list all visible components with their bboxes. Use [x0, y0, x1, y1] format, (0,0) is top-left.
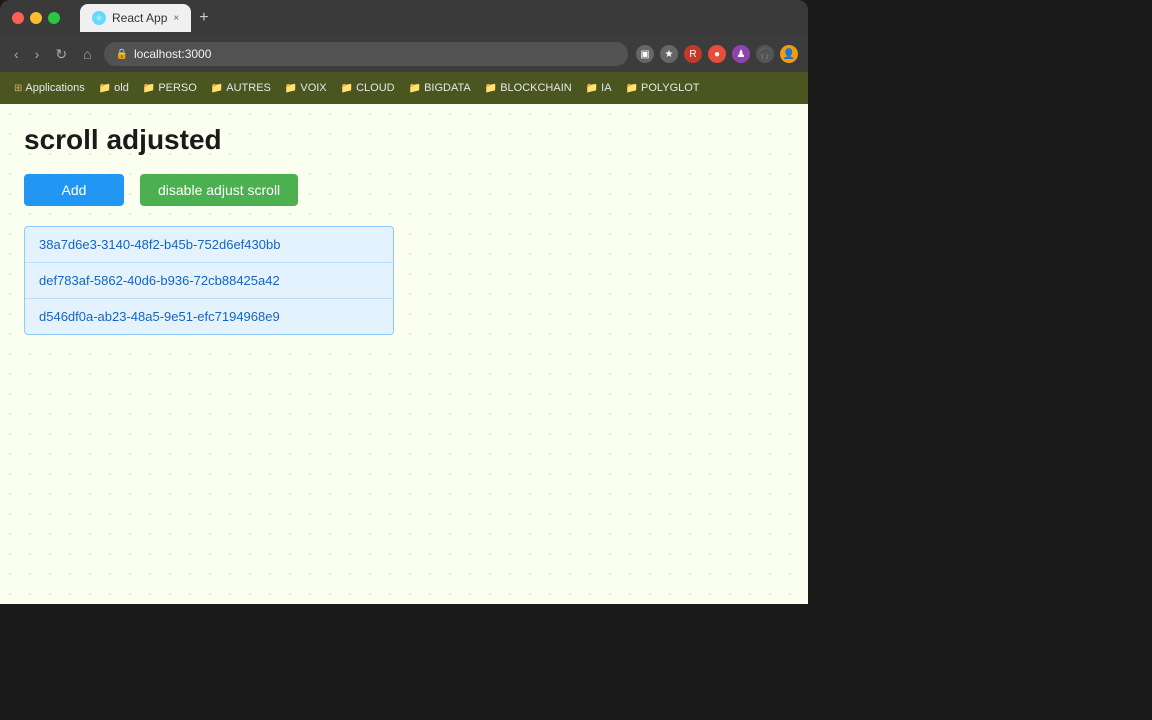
url-text: localhost:3000 — [134, 47, 211, 61]
toolbar-icons: ▣ ★ R ● ♟ 🎧 👤 — [636, 45, 798, 63]
tab-bar: ⚛ React App × + — [80, 4, 796, 32]
active-tab[interactable]: ⚛ React App × — [80, 4, 191, 32]
page-content: scroll adjusted Add disable adjust scrol… — [0, 104, 808, 604]
close-button[interactable] — [12, 12, 24, 24]
maximize-button[interactable] — [48, 12, 60, 24]
bookmark-applications[interactable]: ⊞ Applications — [8, 80, 91, 96]
url-bar[interactable]: 🔒 localhost:3000 — [104, 42, 628, 66]
bookmark-polyglot[interactable]: 📁 POLYGLOT — [620, 80, 706, 96]
bookmark-label: Applications — [25, 82, 84, 94]
folder-icon: 📁 — [285, 83, 297, 94]
folder-icon: 📁 — [341, 83, 353, 94]
browser-window: ⚛ React App × + ‹ › ↻ ⌂ 🔒 localhost:3000… — [0, 0, 808, 604]
home-button[interactable]: ⌂ — [79, 44, 95, 64]
add-button[interactable]: Add — [24, 174, 124, 206]
bookmark-label: IA — [601, 82, 611, 94]
folder-icon: 📁 — [626, 83, 638, 94]
bookmark-label: POLYGLOT — [641, 82, 699, 94]
bookmark-bigdata[interactable]: 📁 BIGDATA — [403, 80, 477, 96]
bookmark-label: old — [114, 82, 129, 94]
icon-2[interactable]: ● — [708, 45, 726, 63]
bookmark-old[interactable]: 📁 old — [93, 80, 135, 96]
applications-icon: ⊞ — [14, 83, 22, 94]
page-title: scroll adjusted — [24, 124, 784, 156]
bookmark-label: BLOCKCHAIN — [500, 82, 572, 94]
title-bar: ⚛ React App × + — [0, 0, 808, 36]
bookmarks-bar: ⊞ Applications 📁 old 📁 PERSO 📁 AUTRES 📁 … — [0, 72, 808, 104]
bookmark-blockchain[interactable]: 📁 BLOCKCHAIN — [479, 80, 578, 96]
traffic-lights — [12, 12, 60, 24]
folder-icon: 📁 — [211, 83, 223, 94]
address-bar: ‹ › ↻ ⌂ 🔒 localhost:3000 ▣ ★ R ● ♟ 🎧 👤 — [0, 36, 808, 72]
headphones-icon[interactable]: 🎧 — [756, 45, 774, 63]
bookmark-label: AUTRES — [226, 82, 271, 94]
bookmark-cloud[interactable]: 📁 CLOUD — [335, 80, 401, 96]
bookmark-ia[interactable]: 📁 IA — [580, 80, 618, 96]
forward-button[interactable]: › — [31, 44, 44, 64]
user-icon[interactable]: 👤 — [780, 45, 798, 63]
tab-close-icon[interactable]: × — [173, 13, 179, 24]
list-item[interactable]: d546df0a-ab23-48a5-9e51-efc7194968e9 — [25, 299, 393, 334]
folder-icon: 📁 — [99, 83, 111, 94]
tab-favicon: ⚛ — [92, 11, 106, 25]
lock-icon: 🔒 — [116, 49, 128, 60]
icon-3[interactable]: ♟ — [732, 45, 750, 63]
bookmark-label: BIGDATA — [424, 82, 471, 94]
back-button[interactable]: ‹ — [10, 44, 23, 64]
bookmark-perso[interactable]: 📁 PERSO — [137, 80, 203, 96]
folder-icon: 📁 — [143, 83, 155, 94]
tab-label: React App — [112, 11, 167, 25]
disable-adjust-scroll-button[interactable]: disable adjust scroll — [140, 174, 298, 206]
minimize-button[interactable] — [30, 12, 42, 24]
bookmark-label: CLOUD — [356, 82, 395, 94]
bookmark-label: VOIX — [300, 82, 326, 94]
button-row: Add disable adjust scroll — [24, 174, 784, 206]
bookmark-star-icon[interactable]: ★ — [660, 45, 678, 63]
folder-icon: 📁 — [485, 83, 497, 94]
list-item[interactable]: def783af-5862-40d6-b936-72cb88425a42 — [25, 263, 393, 299]
list-item[interactable]: 38a7d6e3-3140-48f2-b45b-752d6ef430bb — [25, 227, 393, 263]
reload-button[interactable]: ↻ — [51, 44, 71, 65]
new-tab-button[interactable]: + — [195, 9, 212, 27]
uuid-list: 38a7d6e3-3140-48f2-b45b-752d6ef430bb def… — [24, 226, 394, 335]
bookmark-voix[interactable]: 📁 VOIX — [279, 80, 333, 96]
folder-icon: 📁 — [586, 83, 598, 94]
screenshot-icon[interactable]: ▣ — [636, 45, 654, 63]
bookmark-autres[interactable]: 📁 AUTRES — [205, 80, 277, 96]
folder-icon: 📁 — [409, 83, 421, 94]
bookmark-label: PERSO — [158, 82, 197, 94]
icon-1[interactable]: R — [684, 45, 702, 63]
